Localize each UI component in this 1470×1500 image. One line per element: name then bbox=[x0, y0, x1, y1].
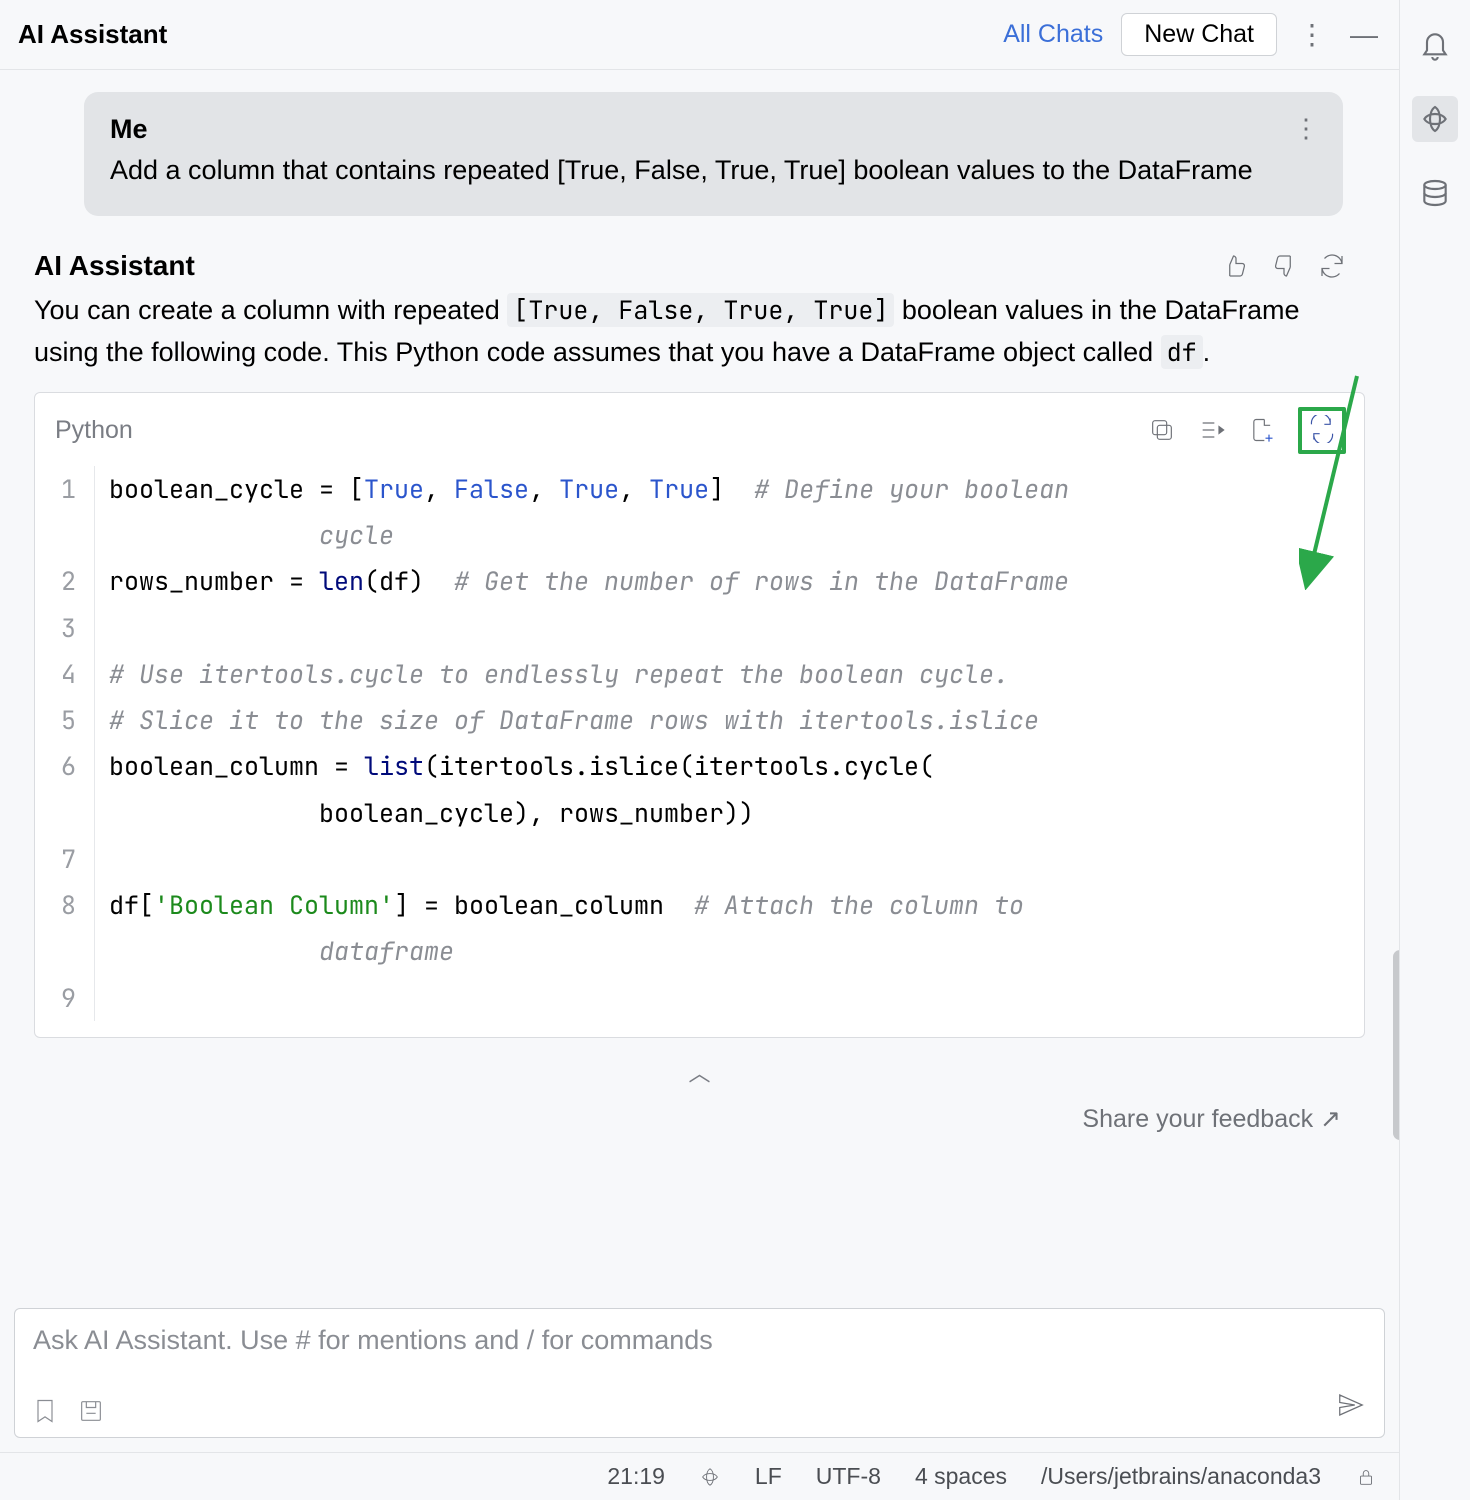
lock-icon[interactable] bbox=[1355, 1466, 1377, 1488]
bookmark-icon[interactable] bbox=[31, 1397, 59, 1425]
insert-at-caret-icon[interactable] bbox=[1198, 416, 1226, 444]
create-file-icon[interactable] bbox=[1248, 416, 1276, 444]
interpreter-path[interactable]: /Users/jetbrains/anaconda3 bbox=[1041, 1463, 1321, 1490]
caret-position[interactable]: 21:19 bbox=[607, 1463, 665, 1490]
user-author-label: Me bbox=[110, 114, 1317, 145]
run-in-console-icon[interactable] bbox=[1308, 415, 1336, 443]
bell-icon bbox=[1419, 29, 1451, 61]
line-separator[interactable]: LF bbox=[755, 1463, 782, 1490]
user-message-text: Add a column that contains repeated [Tru… bbox=[110, 151, 1317, 190]
user-message: ⋮ Me Add a column that contains repeated… bbox=[84, 92, 1343, 216]
new-chat-button[interactable]: New Chat bbox=[1121, 13, 1277, 56]
message-menu-icon[interactable]: ⋮ bbox=[1293, 122, 1319, 135]
copy-icon[interactable] bbox=[1148, 416, 1176, 444]
database-icon bbox=[1419, 177, 1451, 209]
all-chats-link[interactable]: All Chats bbox=[1003, 20, 1103, 49]
code-content[interactable]: 1boolean_cycle = [True, False, True, Tru… bbox=[35, 460, 1364, 1037]
chat-area: ⋮ Me Add a column that contains repeated… bbox=[0, 70, 1399, 1298]
inline-code: df bbox=[1161, 335, 1203, 369]
code-block: Python 1boolean_cycle = [True, False, Tr… bbox=[34, 392, 1365, 1038]
regenerate-icon[interactable] bbox=[1317, 251, 1347, 281]
chat-input-placeholder: Ask AI Assistant. Use # for mentions and… bbox=[15, 1309, 1384, 1372]
page-title: AI Assistant bbox=[18, 19, 985, 50]
tool-sidebar bbox=[1400, 0, 1470, 1500]
share-feedback-link[interactable]: Share your feedback ↗ bbox=[28, 1104, 1341, 1134]
run-in-console-highlight bbox=[1298, 407, 1346, 454]
assistant-message-text: You can create a column with repeated [T… bbox=[34, 290, 1347, 374]
scrollbar-thumb[interactable] bbox=[1393, 950, 1399, 1140]
notifications-button[interactable] bbox=[1412, 22, 1458, 68]
chat-input[interactable]: Ask AI Assistant. Use # for mentions and… bbox=[14, 1308, 1385, 1438]
database-tab[interactable] bbox=[1412, 170, 1458, 216]
inline-code: [True, False, True, True] bbox=[507, 293, 894, 327]
minimize-icon[interactable]: — bbox=[1347, 18, 1381, 52]
file-encoding[interactable]: UTF-8 bbox=[816, 1463, 881, 1490]
ai-swirl-icon bbox=[1419, 103, 1451, 135]
send-button[interactable] bbox=[1336, 1390, 1366, 1425]
indent-setting[interactable]: 4 spaces bbox=[915, 1463, 1007, 1490]
status-bar: 21:19 LF UTF-8 4 spaces /Users/jetbrains… bbox=[0, 1452, 1399, 1500]
ai-status-icon[interactable] bbox=[699, 1466, 721, 1488]
thumbs-up-icon[interactable] bbox=[1221, 251, 1251, 281]
more-menu-icon[interactable]: ⋮ bbox=[1295, 18, 1329, 52]
chat-header: AI Assistant All Chats New Chat ⋮ — bbox=[0, 0, 1399, 70]
ai-assistant-tab[interactable] bbox=[1412, 96, 1458, 142]
save-icon[interactable] bbox=[77, 1397, 105, 1425]
code-language-label: Python bbox=[55, 416, 1148, 445]
thumbs-down-icon[interactable] bbox=[1269, 251, 1299, 281]
assistant-author-label: AI Assistant bbox=[34, 250, 1221, 282]
collapse-toggle[interactable]: ︿ bbox=[28, 1052, 1371, 1098]
